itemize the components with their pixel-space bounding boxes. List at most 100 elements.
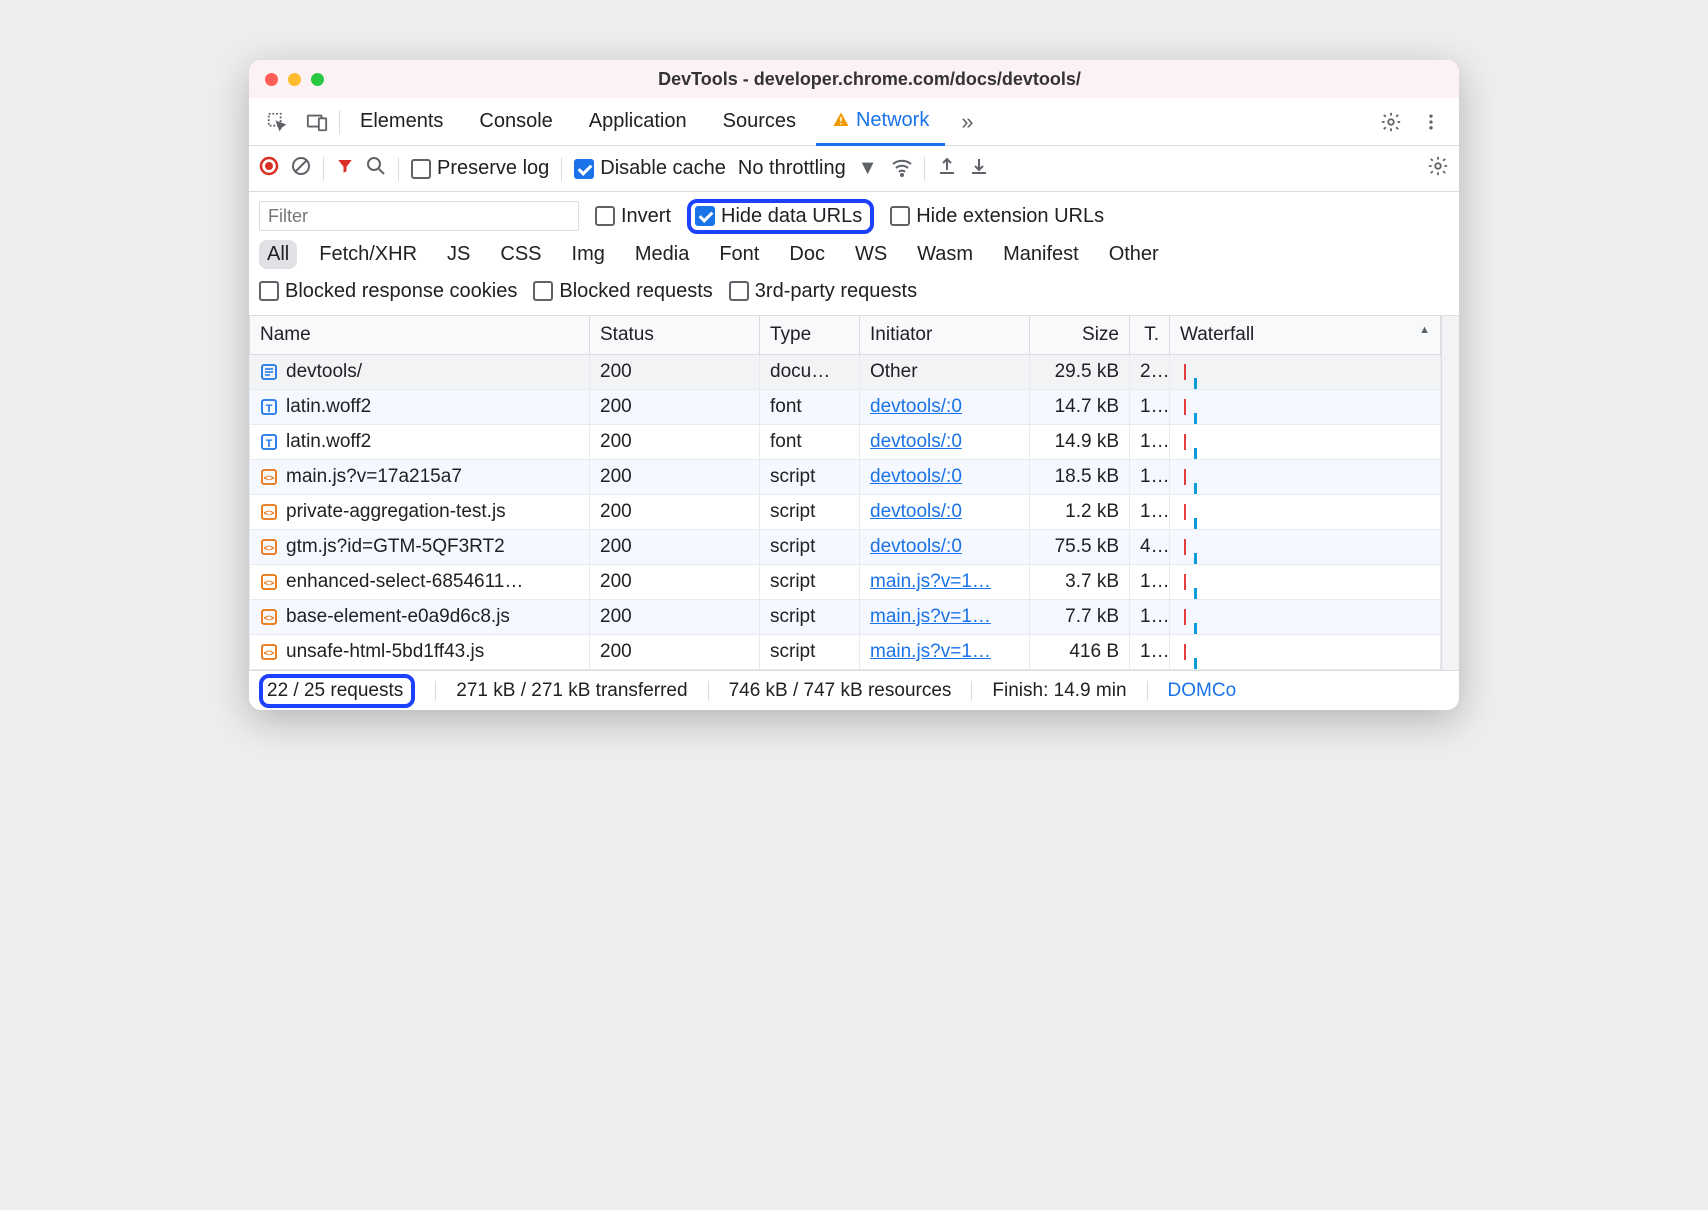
network-toolbar: Preserve log Disable cache No throttling… bbox=[249, 146, 1459, 192]
request-status: 200 bbox=[590, 530, 760, 565]
svg-text:<>: <> bbox=[264, 648, 275, 658]
filter-all[interactable]: All bbox=[259, 240, 297, 269]
zoom-window-button[interactable] bbox=[311, 73, 324, 86]
export-har-icon[interactable] bbox=[937, 156, 957, 182]
table-row[interactable]: devtools/200docu…Other29.5 kB2.. bbox=[250, 355, 1441, 390]
kebab-menu-icon[interactable] bbox=[1413, 104, 1449, 140]
tab-sources[interactable]: Sources bbox=[707, 98, 812, 146]
col-status[interactable]: Status bbox=[590, 316, 760, 355]
filter-font[interactable]: Font bbox=[711, 240, 767, 269]
col-initiator[interactable]: Initiator bbox=[860, 316, 1030, 355]
request-size: 416 B bbox=[1030, 635, 1130, 670]
filter-other[interactable]: Other bbox=[1101, 240, 1167, 269]
file-type-icon: <> bbox=[260, 608, 278, 626]
hide-data-urls-highlight: Hide data URLs bbox=[687, 199, 874, 234]
col-waterfall[interactable]: Waterfall ▲ bbox=[1170, 316, 1441, 355]
request-size: 29.5 kB bbox=[1030, 355, 1130, 390]
search-icon[interactable] bbox=[366, 156, 386, 182]
table-row[interactable]: <>main.js?v=17a215a7200scriptdevtools/:0… bbox=[250, 460, 1441, 495]
close-window-button[interactable] bbox=[265, 73, 278, 86]
table-row[interactable]: <>base-element-e0a9d6c8.js200scriptmain.… bbox=[250, 600, 1441, 635]
settings-icon[interactable] bbox=[1373, 104, 1409, 140]
filter-wasm[interactable]: Wasm bbox=[909, 240, 981, 269]
request-name: enhanced-select-6854611… bbox=[286, 571, 523, 593]
table-header-row: Name Status Type Initiator Size T. Water… bbox=[250, 316, 1441, 355]
request-initiator[interactable]: devtools/:0 bbox=[870, 396, 962, 417]
clear-button[interactable] bbox=[291, 156, 311, 182]
hide-extension-urls-checkbox[interactable]: Hide extension URLs bbox=[890, 205, 1104, 228]
blocked-response-cookies-checkbox[interactable]: Blocked response cookies bbox=[259, 280, 517, 303]
col-name[interactable]: Name bbox=[250, 316, 590, 355]
throttling-select[interactable]: No throttling bbox=[738, 157, 846, 180]
third-party-requests-checkbox[interactable]: 3rd-party requests bbox=[729, 280, 917, 303]
invert-checkbox[interactable]: Invert bbox=[595, 205, 671, 228]
waterfall-cell bbox=[1170, 495, 1441, 530]
waterfall-cell bbox=[1170, 390, 1441, 425]
request-type: script bbox=[760, 495, 860, 530]
waterfall-cell bbox=[1170, 355, 1441, 390]
request-type: docu… bbox=[760, 355, 860, 390]
col-time[interactable]: T. bbox=[1130, 316, 1170, 355]
throttling-dropdown-icon[interactable]: ▼ bbox=[858, 157, 878, 180]
request-initiator[interactable]: main.js?v=1… bbox=[870, 641, 991, 662]
minimize-window-button[interactable] bbox=[288, 73, 301, 86]
inspect-icon[interactable] bbox=[259, 104, 295, 140]
request-initiator[interactable]: devtools/:0 bbox=[870, 501, 962, 522]
table-row[interactable]: <>unsafe-html-5bd1ff43.js200scriptmain.j… bbox=[250, 635, 1441, 670]
request-time: 1.. bbox=[1130, 635, 1170, 670]
vertical-scrollbar[interactable] bbox=[1441, 316, 1459, 670]
import-har-icon[interactable] bbox=[969, 156, 989, 182]
tab-application[interactable]: Application bbox=[573, 98, 703, 146]
hide-data-urls-checkbox[interactable]: Hide data URLs bbox=[695, 205, 862, 228]
record-button[interactable] bbox=[259, 156, 279, 182]
disable-cache-checkbox[interactable]: Disable cache bbox=[574, 157, 726, 180]
table-row[interactable]: Tlatin.woff2200fontdevtools/:014.7 kB1.. bbox=[250, 390, 1441, 425]
request-initiator[interactable]: main.js?v=1… bbox=[870, 606, 991, 627]
filter-doc[interactable]: Doc bbox=[781, 240, 833, 269]
requests-table: Name Status Type Initiator Size T. Water… bbox=[249, 316, 1441, 670]
more-tabs-icon[interactable]: » bbox=[949, 104, 985, 140]
preserve-log-checkbox[interactable]: Preserve log bbox=[411, 157, 549, 180]
blocked-requests-checkbox[interactable]: Blocked requests bbox=[533, 280, 712, 303]
table-row[interactable]: <>private-aggregation-test.js200scriptde… bbox=[250, 495, 1441, 530]
file-type-icon: <> bbox=[260, 503, 278, 521]
filter-manifest[interactable]: Manifest bbox=[995, 240, 1087, 269]
request-name: devtools/ bbox=[286, 361, 362, 383]
request-type: font bbox=[760, 425, 860, 460]
tab-console[interactable]: Console bbox=[463, 98, 568, 146]
network-conditions-icon[interactable] bbox=[890, 155, 912, 183]
request-name: latin.woff2 bbox=[286, 396, 371, 418]
col-type[interactable]: Type bbox=[760, 316, 860, 355]
filter-toggle-icon[interactable] bbox=[336, 157, 354, 181]
request-size: 3.7 kB bbox=[1030, 565, 1130, 600]
filter-js[interactable]: JS bbox=[439, 240, 478, 269]
col-size[interactable]: Size bbox=[1030, 316, 1130, 355]
table-row[interactable]: Tlatin.woff2200fontdevtools/:014.9 kB1.. bbox=[250, 425, 1441, 460]
device-toolbar-icon[interactable] bbox=[299, 104, 335, 140]
filter-img[interactable]: Img bbox=[564, 240, 613, 269]
tab-network[interactable]: Network bbox=[816, 98, 945, 146]
request-type: script bbox=[760, 565, 860, 600]
domcontentloaded-link[interactable]: DOMCo bbox=[1168, 680, 1237, 702]
network-settings-icon[interactable] bbox=[1427, 155, 1449, 183]
request-initiator[interactable]: main.js?v=1… bbox=[870, 571, 991, 592]
filter-ws[interactable]: WS bbox=[847, 240, 895, 269]
filter-fetchxhr[interactable]: Fetch/XHR bbox=[311, 240, 425, 269]
filter-input[interactable] bbox=[259, 201, 579, 231]
table-row[interactable]: <>enhanced-select-6854611…200scriptmain.… bbox=[250, 565, 1441, 600]
waterfall-cell bbox=[1170, 425, 1441, 460]
request-initiator[interactable]: devtools/:0 bbox=[870, 431, 962, 452]
file-type-icon bbox=[260, 363, 278, 381]
svg-text:T: T bbox=[266, 403, 273, 415]
request-initiator[interactable]: devtools/:0 bbox=[870, 536, 962, 557]
tab-strip: Elements Console Application Sources Net… bbox=[249, 98, 1459, 146]
resource-type-filter: All Fetch/XHR JS CSS Img Media Font Doc … bbox=[259, 240, 1449, 269]
table-row[interactable]: <>gtm.js?id=GTM-5QF3RT2200scriptdevtools… bbox=[250, 530, 1441, 565]
tab-elements[interactable]: Elements bbox=[344, 98, 459, 146]
request-type: font bbox=[760, 390, 860, 425]
filter-media[interactable]: Media bbox=[627, 240, 697, 269]
request-size: 75.5 kB bbox=[1030, 530, 1130, 565]
request-initiator[interactable]: devtools/:0 bbox=[870, 466, 962, 487]
filter-css[interactable]: CSS bbox=[492, 240, 549, 269]
transferred-size: 271 kB / 271 kB transferred bbox=[456, 680, 687, 702]
